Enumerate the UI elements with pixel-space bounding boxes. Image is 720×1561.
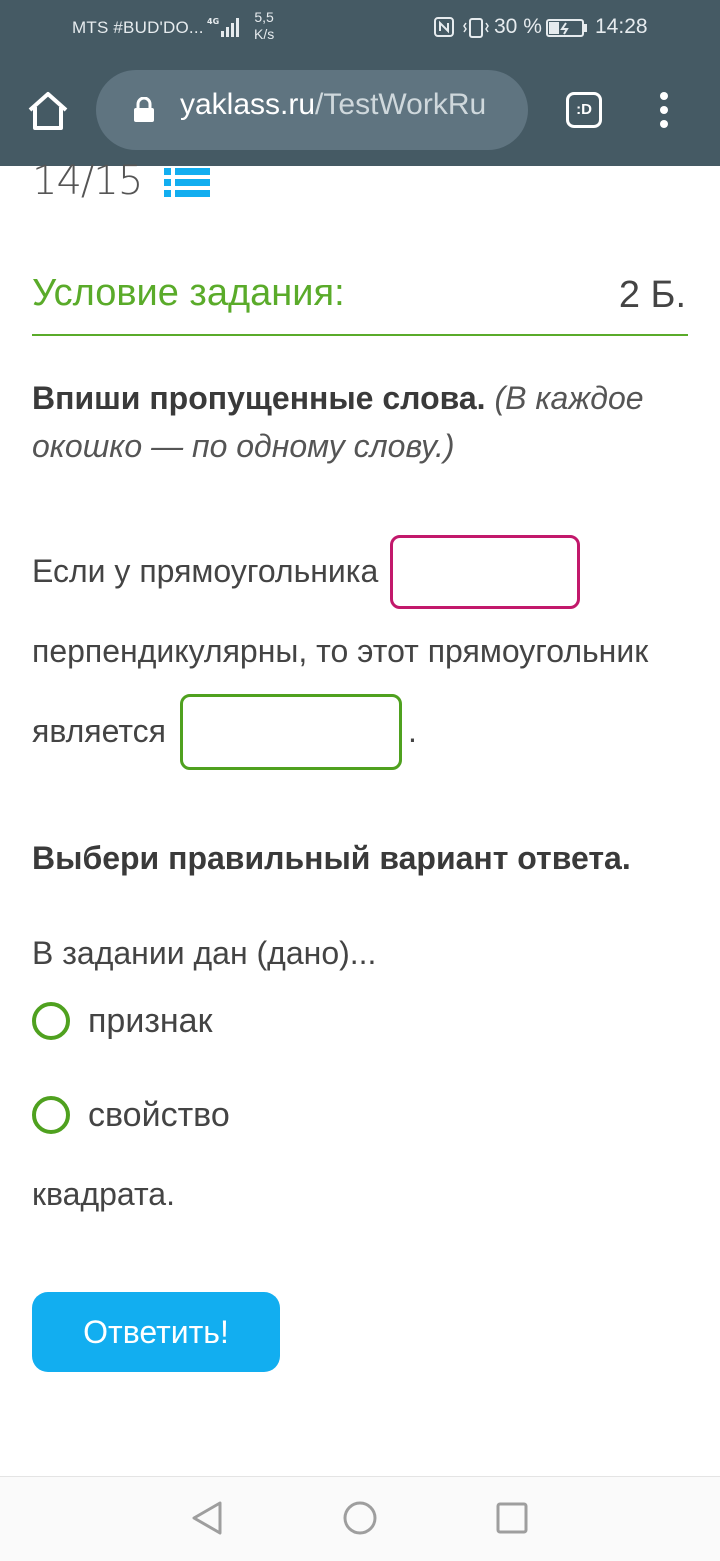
lock-icon <box>134 97 154 122</box>
home-circle-icon[interactable] <box>342 1500 378 1536</box>
battery-level: 30 % <box>494 15 542 38</box>
clock: 14:28 <box>595 15 648 38</box>
recent-apps-icon[interactable] <box>496 1502 528 1534</box>
option-label-2[interactable]: свойство <box>88 1096 230 1135</box>
task-points: 2 Б. <box>618 274 686 316</box>
home-icon[interactable] <box>26 90 70 132</box>
vibrate-icon <box>463 18 489 38</box>
question-counter: 14/15 <box>32 158 143 204</box>
back-icon[interactable] <box>190 1500 224 1536</box>
svg-text:4G: 4G <box>207 17 219 26</box>
tab-switcher-button[interactable]: :D <box>566 92 602 128</box>
choice-instruction: Выбери правильный вариант ответа. <box>32 840 631 876</box>
status-bar: MTS #BUD'DO... 4G 5,5 K/s 30 % 14:28 <box>0 0 720 56</box>
url-text[interactable]: yaklass.ru/TestWorkRu <box>180 88 486 122</box>
task-instruction: Впиши пропущенные слова. (В каждое окошк… <box>32 374 672 470</box>
submit-answer-button[interactable]: Ответить! <box>32 1292 280 1372</box>
instruction-main: Впиши пропущенные слова. <box>32 380 486 416</box>
sentence-tail: квадрата. <box>32 1176 175 1212</box>
blank-input-1[interactable] <box>390 535 580 609</box>
battery-icon <box>546 19 587 37</box>
sentence-end: . <box>408 713 417 749</box>
sentence-part-3: является <box>32 713 166 749</box>
signal-icon: 4G <box>207 17 239 37</box>
sentence-part-2: перпендикулярны, то этот прямоугольник <box>32 633 649 669</box>
choice-question: В задании дан (дано)... <box>32 935 377 971</box>
carrier-name: MTS #BUD'DO... <box>72 18 204 37</box>
blank-input-2[interactable] <box>180 694 402 770</box>
option-label-1[interactable]: признак <box>88 1002 212 1041</box>
sentence-part-1: Если у прямоугольника <box>32 553 379 589</box>
title-divider <box>32 334 688 336</box>
question-list-icon[interactable] <box>164 166 210 200</box>
more-menu-icon[interactable] <box>652 92 676 130</box>
nfc-icon <box>434 17 454 37</box>
network-speed: 5,5 K/s <box>254 9 275 42</box>
task-title: Условие задания: <box>32 272 345 314</box>
radio-option-1[interactable] <box>32 1002 70 1040</box>
radio-option-2[interactable] <box>32 1096 70 1134</box>
